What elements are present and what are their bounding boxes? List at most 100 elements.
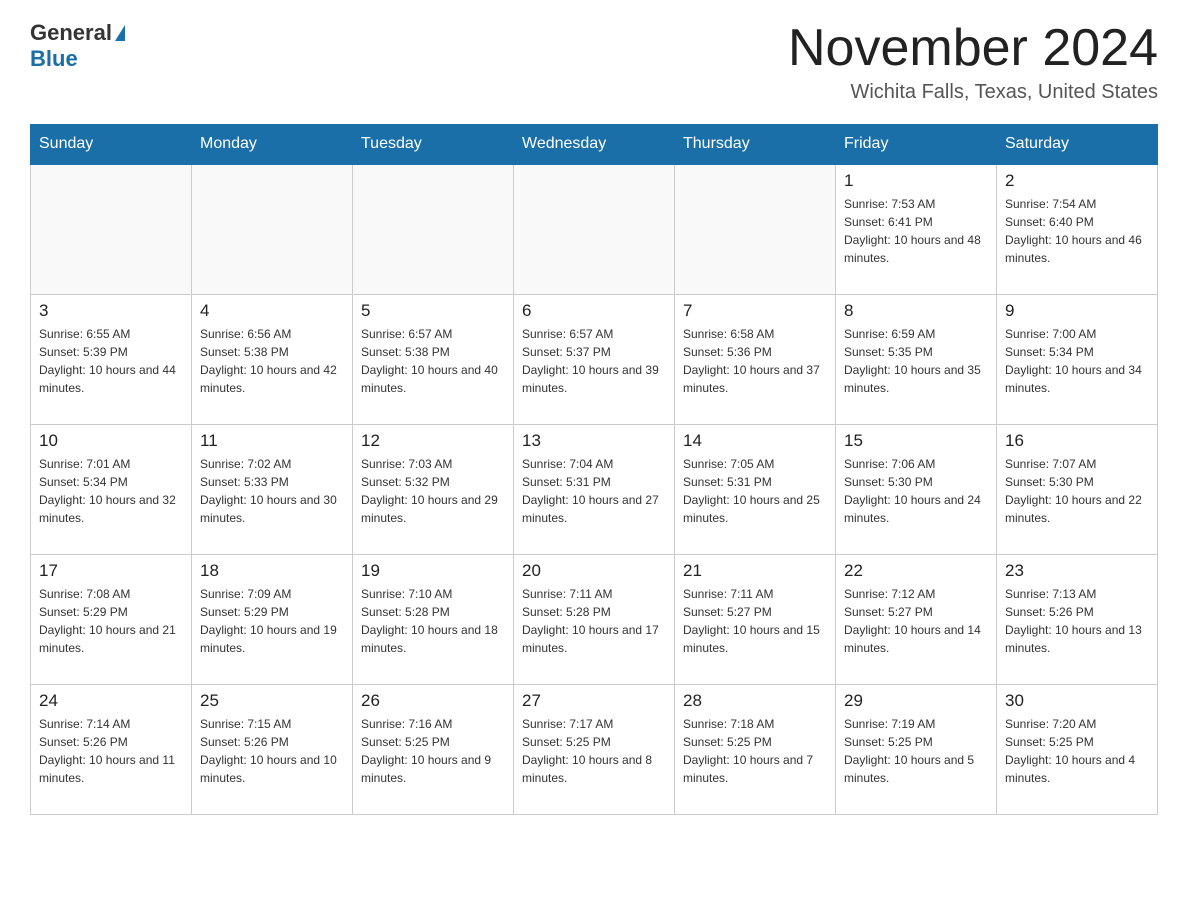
calendar-cell: 16Sunrise: 7:07 AMSunset: 5:30 PMDayligh… (997, 424, 1158, 554)
day-number: 28 (683, 691, 827, 711)
calendar-week-row: 3 Sunrise: 6:55 AMSunset: 5:39 PMDaylight… (31, 294, 1158, 424)
day-number: 2 (1005, 171, 1149, 191)
day-number: 24 (39, 691, 183, 711)
day-sun-info: Sunrise: 7:18 AMSunset: 5:25 PMDaylight:… (683, 715, 827, 787)
day-sun-info: Sunrise: 7:09 AMSunset: 5:29 PMDaylight:… (200, 585, 344, 657)
day-number: 6 (522, 301, 666, 321)
day-sun-info: Sunrise: 6:59 AMSunset: 5:35 PMDaylight:… (844, 325, 988, 397)
day-number: 30 (1005, 691, 1149, 711)
day-sun-info: Sunrise: 7:00 AMSunset: 5:34 PMDaylight:… (1005, 325, 1149, 397)
day-sun-info: Sunrise: 7:16 AMSunset: 5:25 PMDaylight:… (361, 715, 505, 787)
calendar-cell: 19 Sunrise: 7:10 AMSunset: 5:28 PMDayligh… (353, 554, 514, 684)
day-sun-info: Sunrise: 7:01 AMSunset: 5:34 PMDaylight:… (39, 455, 183, 527)
month-title: November 2024 (788, 20, 1158, 77)
calendar-day-header: Sunday (31, 125, 192, 165)
calendar-cell: 3 Sunrise: 6:55 AMSunset: 5:39 PMDaylight… (31, 294, 192, 424)
day-sun-info: Sunrise: 7:07 AMSunset: 5:30 PMDaylight:… (1005, 455, 1149, 527)
day-sun-info: Sunrise: 7:17 AMSunset: 5:25 PMDaylight:… (522, 715, 666, 787)
calendar-cell (675, 164, 836, 294)
logo-blue-text: Blue (30, 46, 78, 72)
day-sun-info: Sunrise: 7:12 AMSunset: 5:27 PMDaylight:… (844, 585, 988, 657)
day-number: 20 (522, 561, 666, 581)
day-sun-info: Sunrise: 7:20 AMSunset: 5:25 PMDaylight:… (1005, 715, 1149, 787)
day-number: 9 (1005, 301, 1149, 321)
calendar-cell: 13 Sunrise: 7:04 AMSunset: 5:31 PMDayligh… (514, 424, 675, 554)
day-sun-info: Sunrise: 6:58 AMSunset: 5:36 PMDaylight:… (683, 325, 827, 397)
day-number: 1 (844, 171, 988, 191)
page-header: General Blue November 2024 Wichita Falls… (30, 20, 1158, 104)
day-number: 7 (683, 301, 827, 321)
calendar-cell (514, 164, 675, 294)
day-number: 3 (39, 301, 183, 321)
day-sun-info: Sunrise: 7:19 AMSunset: 5:25 PMDaylight:… (844, 715, 988, 787)
day-number: 26 (361, 691, 505, 711)
day-sun-info: Sunrise: 7:04 AMSunset: 5:31 PMDaylight:… (522, 455, 666, 527)
calendar-week-row: 24 Sunrise: 7:14 AMSunset: 5:26 PMDayligh… (31, 684, 1158, 814)
day-sun-info: Sunrise: 6:57 AMSunset: 5:37 PMDaylight:… (522, 325, 666, 397)
calendar-day-header: Monday (192, 125, 353, 165)
calendar-week-row: 17 Sunrise: 7:08 AMSunset: 5:29 PMDayligh… (31, 554, 1158, 684)
calendar-table: SundayMondayTuesdayWednesdayThursdayFrid… (30, 124, 1158, 815)
logo-triangle-icon (115, 25, 125, 41)
day-sun-info: Sunrise: 7:15 AMSunset: 5:26 PMDaylight:… (200, 715, 344, 787)
calendar-header-row: SundayMondayTuesdayWednesdayThursdayFrid… (31, 125, 1158, 165)
calendar-cell: 30 Sunrise: 7:20 AMSunset: 5:25 PMDayligh… (997, 684, 1158, 814)
day-sun-info: Sunrise: 6:55 AMSunset: 5:39 PMDaylight:… (39, 325, 183, 397)
calendar-cell: 17 Sunrise: 7:08 AMSunset: 5:29 PMDayligh… (31, 554, 192, 684)
day-number: 11 (200, 431, 344, 451)
calendar-cell: 7 Sunrise: 6:58 AMSunset: 5:36 PMDaylight… (675, 294, 836, 424)
logo: General Blue (30, 20, 126, 72)
calendar-cell: 23 Sunrise: 7:13 AMSunset: 5:26 PMDayligh… (997, 554, 1158, 684)
day-sun-info: Sunrise: 7:02 AMSunset: 5:33 PMDaylight:… (200, 455, 344, 527)
day-number: 14 (683, 431, 827, 451)
calendar-cell: 2 Sunrise: 7:54 AMSunset: 6:40 PMDaylight… (997, 164, 1158, 294)
calendar-day-header: Thursday (675, 125, 836, 165)
title-section: November 2024 Wichita Falls, Texas, Unit… (788, 20, 1158, 104)
calendar-day-header: Wednesday (514, 125, 675, 165)
calendar-cell: 4Sunrise: 6:56 AMSunset: 5:38 PMDaylight… (192, 294, 353, 424)
day-sun-info: Sunrise: 7:03 AMSunset: 5:32 PMDaylight:… (361, 455, 505, 527)
day-number: 12 (361, 431, 505, 451)
calendar-cell (353, 164, 514, 294)
calendar-cell: 10 Sunrise: 7:01 AMSunset: 5:34 PMDayligh… (31, 424, 192, 554)
day-sun-info: Sunrise: 7:05 AMSunset: 5:31 PMDaylight:… (683, 455, 827, 527)
calendar-day-header: Saturday (997, 125, 1158, 165)
calendar-week-row: 10 Sunrise: 7:01 AMSunset: 5:34 PMDayligh… (31, 424, 1158, 554)
calendar-cell: 5Sunrise: 6:57 AMSunset: 5:38 PMDaylight… (353, 294, 514, 424)
day-sun-info: Sunrise: 7:10 AMSunset: 5:28 PMDaylight:… (361, 585, 505, 657)
day-sun-info: Sunrise: 7:14 AMSunset: 5:26 PMDaylight:… (39, 715, 183, 787)
day-number: 23 (1005, 561, 1149, 581)
calendar-cell: 15 Sunrise: 7:06 AMSunset: 5:30 PMDayligh… (836, 424, 997, 554)
day-number: 10 (39, 431, 183, 451)
logo-general-text: General (30, 20, 112, 46)
day-number: 18 (200, 561, 344, 581)
calendar-cell: 9 Sunrise: 7:00 AMSunset: 5:34 PMDaylight… (997, 294, 1158, 424)
calendar-cell: 21 Sunrise: 7:11 AMSunset: 5:27 PMDayligh… (675, 554, 836, 684)
day-sun-info: Sunrise: 7:06 AMSunset: 5:30 PMDaylight:… (844, 455, 988, 527)
day-number: 22 (844, 561, 988, 581)
calendar-cell: 25 Sunrise: 7:15 AMSunset: 5:26 PMDayligh… (192, 684, 353, 814)
location-subtitle: Wichita Falls, Texas, United States (788, 81, 1158, 104)
calendar-cell (192, 164, 353, 294)
day-sun-info: Sunrise: 7:11 AMSunset: 5:28 PMDaylight:… (522, 585, 666, 657)
calendar-cell: 11 Sunrise: 7:02 AMSunset: 5:33 PMDayligh… (192, 424, 353, 554)
day-sun-info: Sunrise: 7:11 AMSunset: 5:27 PMDaylight:… (683, 585, 827, 657)
day-number: 29 (844, 691, 988, 711)
day-sun-info: Sunrise: 7:08 AMSunset: 5:29 PMDaylight:… (39, 585, 183, 657)
day-number: 4 (200, 301, 344, 321)
day-number: 25 (200, 691, 344, 711)
calendar-cell: 20 Sunrise: 7:11 AMSunset: 5:28 PMDayligh… (514, 554, 675, 684)
calendar-cell: 18 Sunrise: 7:09 AMSunset: 5:29 PMDayligh… (192, 554, 353, 684)
day-sun-info: Sunrise: 7:13 AMSunset: 5:26 PMDaylight:… (1005, 585, 1149, 657)
day-number: 13 (522, 431, 666, 451)
day-number: 19 (361, 561, 505, 581)
day-number: 17 (39, 561, 183, 581)
calendar-cell: 6 Sunrise: 6:57 AMSunset: 5:37 PMDaylight… (514, 294, 675, 424)
calendar-cell: 26 Sunrise: 7:16 AMSunset: 5:25 PMDayligh… (353, 684, 514, 814)
calendar-cell: 12 Sunrise: 7:03 AMSunset: 5:32 PMDayligh… (353, 424, 514, 554)
calendar-cell: 29 Sunrise: 7:19 AMSunset: 5:25 PMDayligh… (836, 684, 997, 814)
day-number: 21 (683, 561, 827, 581)
day-sun-info: Sunrise: 7:54 AMSunset: 6:40 PMDaylight:… (1005, 195, 1149, 267)
day-number: 15 (844, 431, 988, 451)
calendar-cell: 24 Sunrise: 7:14 AMSunset: 5:26 PMDayligh… (31, 684, 192, 814)
